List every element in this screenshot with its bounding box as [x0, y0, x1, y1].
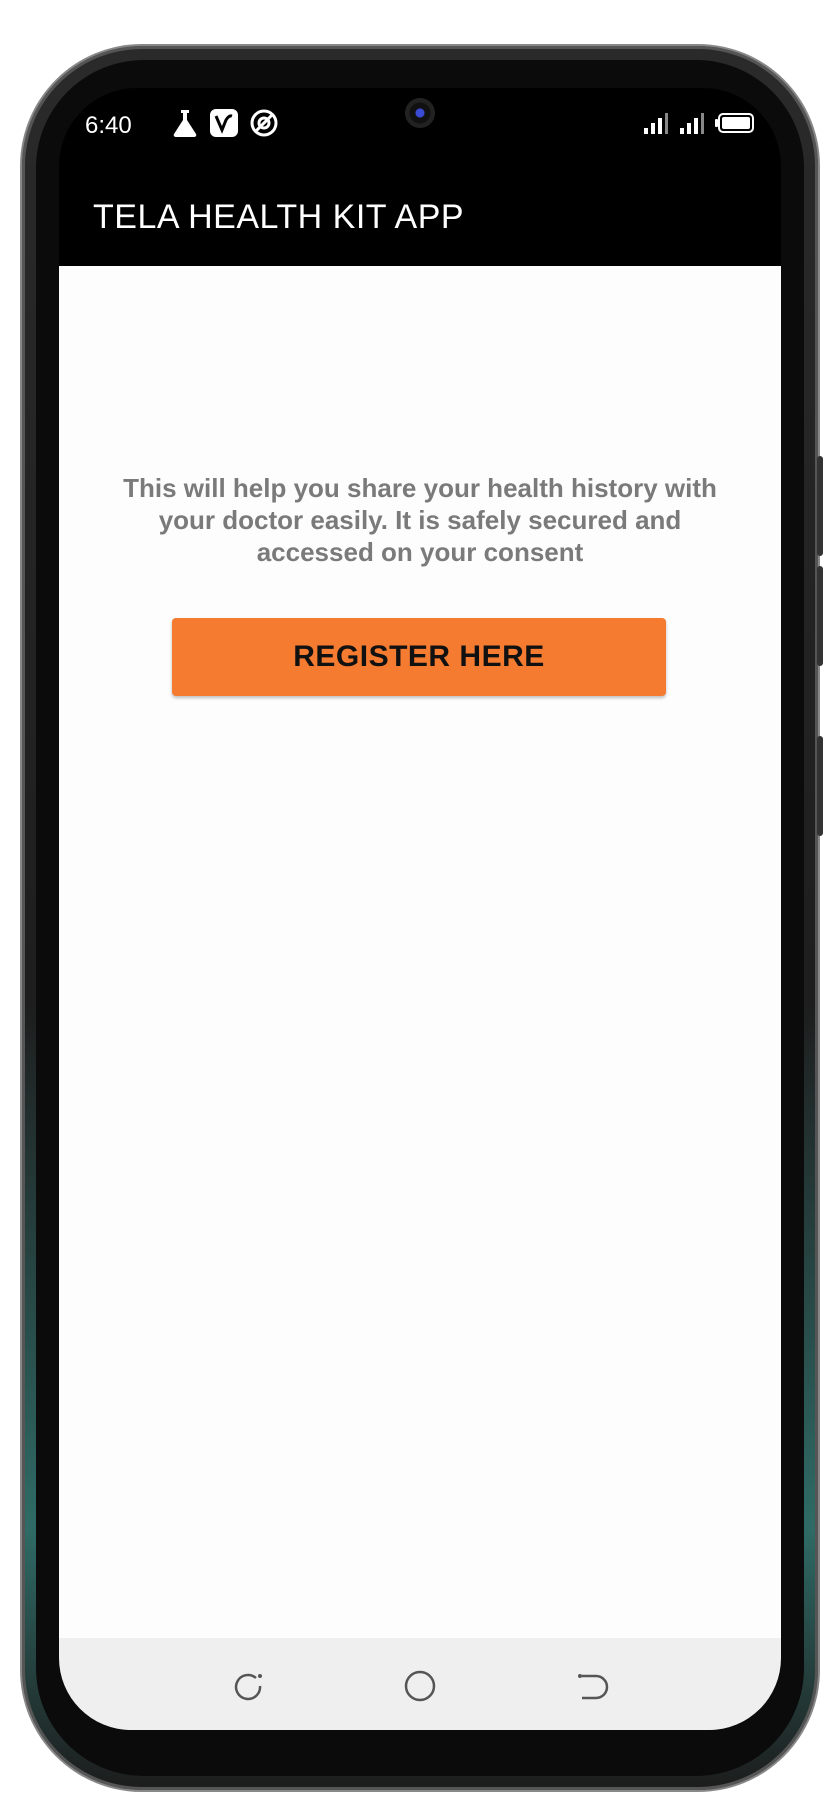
status-time: 6:40: [85, 112, 132, 139]
battery-icon: [715, 112, 755, 141]
description-text: This will help you share your health his…: [123, 473, 717, 567]
status-icons-right: [643, 112, 755, 141]
app-bar: TELA HEALTH KIT APP: [59, 170, 781, 266]
home-icon[interactable]: [402, 1668, 438, 1704]
signal-icon-2: [679, 112, 705, 141]
navigation-bar: [59, 1638, 781, 1730]
front-camera: [405, 98, 435, 128]
app-title: TELA HEALTH KIT APP: [93, 198, 465, 236]
power-button: [817, 736, 823, 836]
volume-up-button: [817, 456, 823, 556]
vivo-icon: [209, 108, 239, 145]
phone-screen: 6:40 TELA HEALTH KIT APP This will help …: [59, 88, 781, 1730]
volume-down-button: [817, 566, 823, 666]
register-button[interactable]: REGISTER HERE: [172, 618, 666, 696]
status-icons-left: [171, 108, 279, 145]
signal-icon: [643, 112, 669, 141]
status-bar: 6:40: [59, 88, 781, 170]
display-notch: [340, 88, 500, 140]
back-icon[interactable]: [574, 1668, 610, 1704]
no-disturb-icon: [249, 108, 279, 145]
main-content: This will help you share your health his…: [59, 266, 781, 1730]
flask-icon: [171, 108, 199, 145]
recent-apps-icon[interactable]: [230, 1668, 266, 1704]
